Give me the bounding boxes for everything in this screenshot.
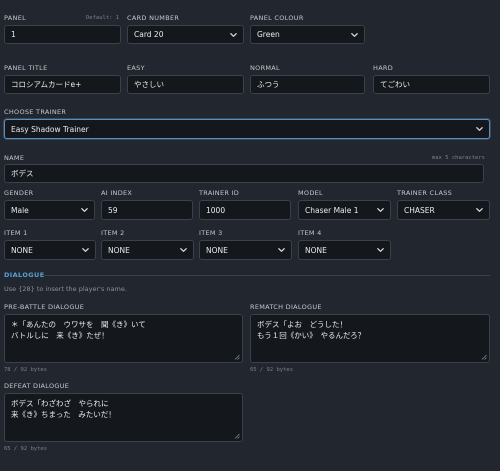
name-label: NAME	[4, 154, 25, 162]
trainer-class-label: TRAINER CLASS	[397, 189, 453, 197]
defeat-byte-count: 65 / 92 bytes	[4, 446, 48, 452]
item-4-label: ITEM 4	[298, 229, 322, 237]
dialogue-section-title: DIALOGUE	[4, 271, 45, 279]
item-2-select[interactable]: NONE	[101, 240, 194, 260]
chevron-down-icon	[475, 125, 484, 134]
gender-select[interactable]: Male	[4, 200, 95, 220]
gender-label: GENDER	[4, 189, 34, 197]
defeat-textarea[interactable]: ボデス「わざわざ やられに 来《き》ちまった みたいだ！	[4, 393, 243, 442]
chevron-down-icon	[475, 206, 484, 215]
item-3-select[interactable]: NONE	[199, 240, 292, 260]
pre-battle-textarea[interactable]: ＊「あんたの ウワサを 聞《き》いて バトルしに 来《き》たぜ！	[4, 314, 243, 363]
hard-input[interactable]: てごわい	[373, 75, 490, 94]
rematch-label: REMATCH DIALOGUE	[250, 303, 322, 311]
chevron-down-icon	[376, 246, 385, 255]
normal-input[interactable]: ふつう	[250, 75, 365, 94]
panel-default-hint: Default: 1	[86, 15, 120, 21]
name-max-hint: max 5 characters	[432, 155, 485, 161]
easy-input[interactable]: やさしい	[127, 75, 244, 94]
hard-label: HARD	[373, 64, 394, 72]
rematch-byte-count: 65 / 92 bytes	[250, 367, 294, 373]
chevron-down-icon	[81, 246, 90, 255]
dialogue-help-text: Use {28} to insert the player's name.	[4, 285, 127, 293]
item-3-label: ITEM 3	[199, 229, 223, 237]
panel-colour-select[interactable]: Green	[250, 25, 365, 44]
choose-trainer-select[interactable]: Easy Shadow Trainer	[4, 119, 490, 139]
dialogue-divider	[44, 275, 490, 276]
panel-title-input[interactable]: コロシアムカードe+	[4, 75, 121, 94]
chevron-down-icon	[229, 30, 238, 39]
chevron-down-icon	[179, 246, 188, 255]
ai-index-label: AI INDEX	[101, 189, 133, 197]
normal-label: NORMAL	[250, 64, 280, 72]
card-number-select[interactable]: Card 20	[127, 25, 244, 44]
panel-title-label: PANEL TITLE	[4, 64, 48, 72]
chevron-down-icon	[350, 30, 359, 39]
model-select[interactable]: Chaser Male 1	[298, 200, 391, 220]
choose-trainer-label: CHOOSE TRAINER	[4, 108, 67, 116]
panel-colour-label: PANEL COLOUR	[250, 14, 304, 22]
panel-input[interactable]: 1	[4, 25, 121, 44]
chevron-down-icon	[376, 206, 385, 215]
trainer-id-label: TRAINER ID	[199, 189, 240, 197]
trainer-id-input[interactable]: 1000	[199, 200, 291, 220]
resize-grip-icon[interactable]	[481, 354, 487, 360]
ai-index-input[interactable]: 59	[101, 200, 193, 220]
resize-grip-icon[interactable]	[234, 354, 240, 360]
panel-label: PANEL	[4, 14, 27, 22]
rematch-textarea[interactable]: ボデス「よお どうした！ もう１回《かい》 やるんだろ？	[250, 314, 490, 363]
chevron-down-icon	[277, 246, 286, 255]
item-2-label: ITEM 2	[101, 229, 125, 237]
model-label: MODEL	[298, 189, 323, 197]
trainer-class-select[interactable]: CHASER	[397, 200, 490, 220]
item-1-select[interactable]: NONE	[4, 240, 96, 260]
resize-grip-icon[interactable]	[234, 433, 240, 439]
item-4-select[interactable]: NONE	[298, 240, 391, 260]
pre-battle-byte-count: 78 / 92 bytes	[4, 367, 48, 373]
card-number-label: CARD NUMBER	[127, 14, 180, 22]
chevron-down-icon	[80, 206, 89, 215]
defeat-label: DEFEAT DIALOGUE	[4, 382, 70, 390]
item-1-label: ITEM 1	[4, 229, 28, 237]
pre-battle-label: PRE-BATTLE DIALOGUE	[4, 303, 85, 311]
name-input[interactable]: ボデス	[4, 164, 484, 183]
easy-label: EASY	[127, 64, 145, 72]
